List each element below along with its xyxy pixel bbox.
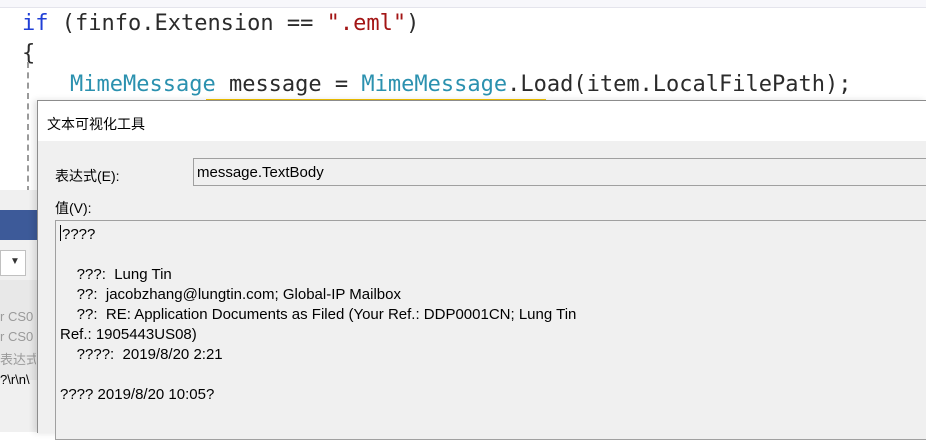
- expression-label: 表达式(E):: [55, 168, 120, 184]
- panel-header: [0, 210, 38, 240]
- editor-top-border: [0, 0, 926, 8]
- text-visualizer-dialog: 文本可视化工具 表达式(E): 值(V): ???? ???: Lung Tin…: [37, 100, 926, 440]
- value-line: ????: [60, 225, 96, 243]
- panel-text: ?\r\n\: [0, 372, 30, 387]
- code-text: ): [406, 11, 420, 36]
- value-line: [60, 245, 926, 265]
- code-text: message =: [215, 72, 362, 97]
- panel-text: r CS0: [0, 329, 34, 344]
- value-line: Ref.: 1905443US08): [60, 326, 197, 343]
- text-caret: [60, 225, 61, 241]
- value-line: ???? 2019/8/20 10:05?: [60, 386, 215, 403]
- value-line: [60, 365, 926, 385]
- type-name: MimeMessage: [70, 72, 216, 97]
- value-label: 值(V):: [55, 200, 92, 216]
- panel-dropdown[interactable]: ▼: [0, 250, 26, 276]
- value-line: ??: jacobzhang@lungtin.com; Global-IP Ma…: [60, 286, 401, 303]
- string-literal: ".eml": [326, 11, 407, 36]
- dialog-titlebar[interactable]: 文本可视化工具: [38, 101, 926, 141]
- dialog-title: 文本可视化工具: [47, 116, 145, 132]
- code-text: .Load(item.LocalFilePath);: [507, 72, 852, 97]
- background-panel: ▼ r CS0 r CS0 表达式 ?\r\n\: [0, 190, 38, 432]
- indent-guide: [27, 62, 29, 192]
- value-line: ????: 2019/8/20 2:21: [60, 346, 223, 363]
- expression-field[interactable]: [193, 158, 926, 186]
- code-line-if[interactable]: if (finfo.Extension == ".eml"): [22, 9, 419, 39]
- type-name: MimeMessage: [361, 72, 508, 97]
- code-text: (finfo.Extension ==: [48, 11, 327, 36]
- keyword-if: if: [22, 11, 49, 36]
- value-line: ???: Lung Tin: [60, 266, 172, 283]
- code-line-mimemessage[interactable]: MimeMessage message = MimeMessage.Load(i…: [70, 70, 851, 100]
- chevron-down-icon: ▼: [10, 256, 20, 267]
- panel-text: r CS0: [0, 309, 34, 324]
- panel-text: 表达式: [0, 352, 36, 367]
- value-line: ??: RE: Application Documents as Filed (…: [60, 306, 577, 323]
- value-textarea[interactable]: ???? ???: Lung Tin ??: jacobzhang@lungti…: [55, 220, 926, 440]
